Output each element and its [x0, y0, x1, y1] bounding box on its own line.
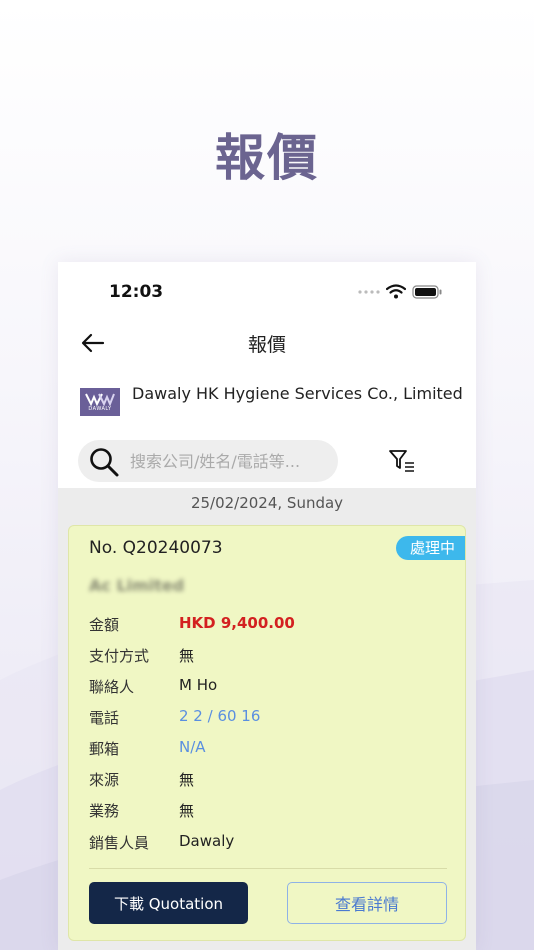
field-label: 金額 — [89, 616, 120, 634]
email-link[interactable]: N/A — [179, 738, 206, 756]
field-value: 無 — [179, 802, 195, 820]
field-value: M Ho — [179, 676, 218, 694]
status-time: 12:03 — [109, 282, 164, 302]
date-header: 25/02/2024, Sunday — [190, 494, 344, 512]
field-contact: 聯絡人 M Ho — [89, 676, 449, 700]
field-label: 電話 — [89, 709, 120, 727]
field-payment-method: 支付方式 無 — [89, 645, 449, 669]
download-quotation-button[interactable]: 下載 Quotation — [89, 882, 248, 924]
field-label: 郵箱 — [89, 740, 120, 758]
nav-title: 報價 — [247, 334, 286, 356]
wifi-icon — [386, 284, 406, 299]
company-row: DAWALY Dawaly HK Hygiene Services Co., L… — [58, 380, 476, 420]
filter-button[interactable] — [388, 448, 418, 476]
status-badge: 處理中 — [395, 536, 465, 560]
battery-icon — [412, 284, 442, 299]
search-icon — [90, 448, 119, 477]
quotation-number: No. Q20240073 — [89, 538, 223, 558]
field-phone: 電話 2 2 / 60 16 — [89, 707, 449, 731]
field-salesperson: 銷售人員 Dawaly — [89, 832, 449, 856]
search-box — [78, 440, 338, 482]
back-button[interactable] — [78, 328, 108, 358]
company-logo-text: DAWALY — [88, 406, 112, 412]
field-value: 無 — [179, 771, 195, 789]
status-icons — [358, 284, 442, 299]
status-bar: 12:03 — [58, 262, 476, 318]
company-name: Dawaly HK Hygiene Services Co., Limited — [132, 384, 463, 403]
field-source: 來源 無 — [89, 769, 449, 793]
nav-bar: 報價 — [58, 318, 476, 366]
phone-link[interactable]: 2 2 / 60 16 — [179, 707, 260, 725]
quotation-list: 25/02/2024, Sunday No. Q20240073 處理中 Ac … — [58, 488, 476, 950]
search-input[interactable] — [130, 448, 330, 474]
field-value: 無 — [179, 647, 195, 665]
field-label: 聯絡人 — [89, 678, 135, 696]
view-details-button[interactable]: 查看詳情 — [287, 882, 447, 924]
field-value: Dawaly — [179, 832, 235, 850]
hero-title: 報價 — [215, 129, 319, 187]
quotation-card[interactable]: No. Q20240073 處理中 Ac Limited 金額 HKD 9,40… — [68, 525, 466, 941]
phone-screen: 12:03 報價 DAWALY Dawaly HK Hygiene Servic… — [58, 262, 476, 950]
card-divider — [89, 868, 447, 869]
signal-dots-icon — [358, 289, 380, 294]
field-email: 郵箱 N/A — [89, 738, 449, 762]
company-logo-mark-icon — [85, 393, 115, 406]
field-value: HKD 9,400.00 — [179, 614, 295, 632]
field-amount: 金額 HKD 9,400.00 — [89, 614, 449, 638]
field-business: 業務 無 — [89, 800, 449, 824]
company-logo: DAWALY — [80, 388, 120, 416]
field-label: 來源 — [89, 771, 120, 789]
filter-icon — [389, 450, 414, 472]
customer-company: Ac Limited — [89, 576, 185, 595]
arrow-left-icon — [81, 333, 105, 353]
field-label: 支付方式 — [89, 647, 150, 665]
field-label: 業務 — [89, 802, 120, 820]
field-label: 銷售人員 — [89, 834, 150, 852]
